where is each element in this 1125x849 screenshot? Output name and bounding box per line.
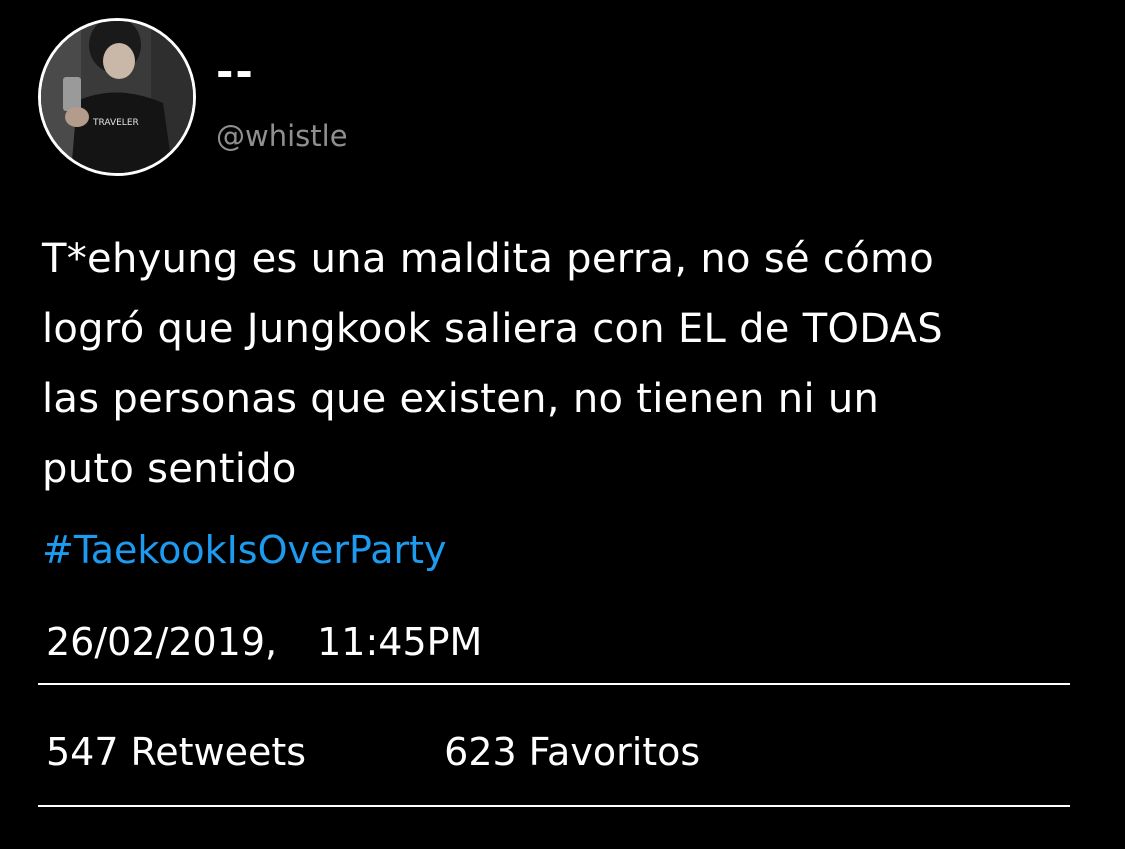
tweet-line: las personas que existen, no tienen ni u… [42, 376, 880, 422]
favorites-label: Favoritos [528, 730, 701, 774]
tweet-text: T*ehyung es una maldita perra, no sé cóm… [42, 224, 1102, 504]
tweet-line: logró que Jungkook saliera con EL de TOD… [42, 306, 943, 352]
avatar-shirt-print: TRAVELER [92, 118, 139, 128]
retweets-stat[interactable]: 547 Retweets [46, 722, 306, 782]
avatar[interactable]: TRAVELER [38, 18, 196, 176]
tweet-line: T*ehyung es una maldita perra, no sé cóm… [42, 236, 935, 282]
tweet-timestamp: 26/02/2019, 11:45PM [46, 612, 482, 672]
retweets-count: 547 [46, 730, 119, 774]
avatar-photo: TRAVELER [41, 21, 193, 173]
tweet-time: 11:45PM [317, 620, 483, 664]
tweet-stats: 547 Retweets 623 Favoritos [46, 722, 700, 782]
retweets-label: Retweets [130, 730, 307, 774]
favorites-count: 623 [444, 730, 517, 774]
divider [38, 805, 1070, 807]
user-handle[interactable]: @whistle [216, 118, 348, 154]
divider [38, 683, 1070, 685]
hashtag-link[interactable]: #TaekookIsOverParty [42, 520, 447, 580]
display-name[interactable]: -- [216, 48, 255, 96]
tweet-line: puto sentido [42, 446, 297, 492]
favorites-stat[interactable]: 623 Favoritos [444, 722, 700, 782]
tweet-date: 26/02/2019, [46, 620, 278, 664]
